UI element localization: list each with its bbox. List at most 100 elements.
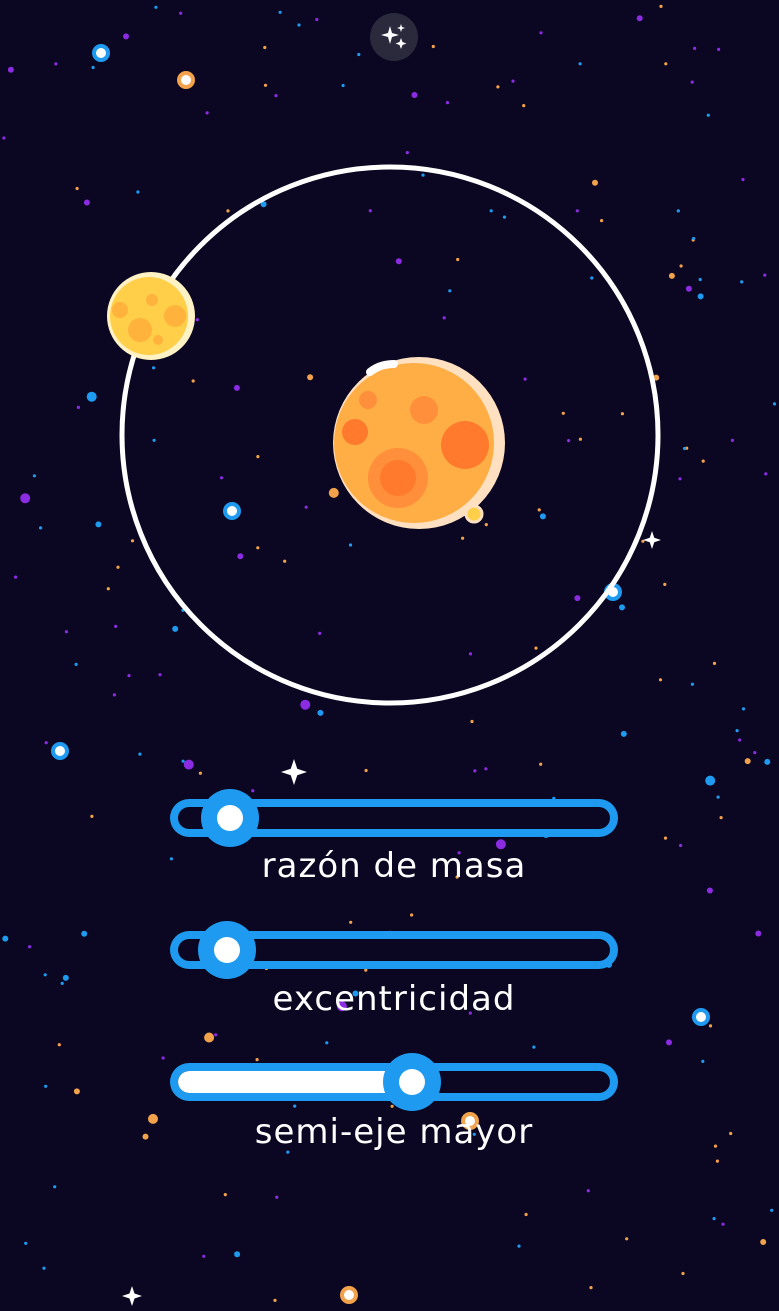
star-dot bbox=[81, 930, 88, 937]
star-dot bbox=[226, 209, 230, 213]
bright-star bbox=[51, 742, 69, 760]
star-dot bbox=[712, 661, 717, 666]
star-dot bbox=[701, 1059, 705, 1063]
star-dot bbox=[127, 674, 131, 678]
semi-major-axis-slider[interactable] bbox=[170, 1053, 618, 1111]
star-dot bbox=[263, 45, 267, 50]
star-dot bbox=[205, 111, 209, 115]
star-dot bbox=[204, 1032, 215, 1043]
star-dot bbox=[183, 759, 194, 770]
slider-thumb[interactable] bbox=[383, 1053, 442, 1111]
star-dot bbox=[152, 438, 156, 442]
star-dot bbox=[755, 930, 762, 937]
star-dot bbox=[620, 412, 625, 416]
star-dot bbox=[496, 85, 500, 89]
star-dot bbox=[697, 293, 704, 300]
star-dot bbox=[740, 280, 744, 284]
star-dot bbox=[763, 273, 767, 277]
mass-ratio-label: razón de masa bbox=[261, 846, 527, 886]
star-dot bbox=[760, 1239, 767, 1245]
star-dot bbox=[148, 1113, 158, 1124]
star-dot bbox=[600, 219, 604, 223]
star-dot bbox=[2, 935, 9, 942]
mass-ratio-slider[interactable] bbox=[170, 789, 618, 847]
star-dot bbox=[690, 682, 695, 686]
star-dot bbox=[539, 762, 543, 766]
star-dot bbox=[20, 493, 31, 504]
star-dot bbox=[116, 565, 120, 569]
star-dot bbox=[263, 83, 268, 87]
star-dot bbox=[158, 673, 162, 677]
star-dot bbox=[2, 136, 6, 140]
star-dot bbox=[328, 487, 339, 498]
star-dot bbox=[95, 521, 102, 528]
star-dot bbox=[14, 575, 18, 579]
star-dot bbox=[712, 1217, 716, 1221]
star-dot bbox=[590, 276, 594, 280]
star-dot bbox=[445, 101, 450, 105]
star-dot bbox=[770, 1208, 774, 1212]
star-dot bbox=[489, 209, 493, 213]
star-dot bbox=[32, 474, 37, 478]
star-dot bbox=[202, 1254, 206, 1258]
star-dot bbox=[764, 758, 771, 765]
slider-thumb[interactable] bbox=[201, 789, 260, 847]
star-dot bbox=[717, 47, 721, 52]
star-dot bbox=[741, 707, 746, 711]
star-dot bbox=[706, 887, 713, 894]
simulation-screen: razón de masa excentricidad semi-eje may… bbox=[0, 0, 779, 1311]
star-dot bbox=[300, 699, 311, 710]
eccentricity-slider[interactable] bbox=[170, 921, 618, 979]
bright-star bbox=[223, 502, 241, 520]
star-dot bbox=[679, 843, 683, 848]
slider-fill bbox=[178, 1071, 413, 1093]
star-dot bbox=[517, 1244, 521, 1248]
star-dot bbox=[713, 1144, 718, 1148]
star-dot bbox=[693, 46, 697, 51]
star-dot bbox=[315, 17, 319, 22]
star-dot bbox=[256, 455, 260, 459]
star-dot bbox=[753, 751, 757, 755]
star-dot bbox=[73, 1088, 80, 1095]
slider-thumb[interactable] bbox=[197, 921, 256, 979]
star-dot bbox=[705, 775, 716, 786]
star-dot bbox=[744, 758, 751, 765]
star-dot bbox=[44, 741, 48, 745]
bright-star bbox=[692, 1008, 710, 1026]
star-dot bbox=[692, 236, 696, 241]
star-dot bbox=[421, 173, 425, 177]
star-dot bbox=[578, 62, 582, 66]
star-dot bbox=[715, 1159, 720, 1163]
star-dot bbox=[318, 631, 322, 636]
star-dot bbox=[44, 1084, 48, 1088]
star-dot bbox=[511, 79, 515, 83]
star-dot bbox=[719, 816, 723, 820]
star-dot bbox=[741, 177, 745, 182]
star-dot bbox=[39, 526, 43, 530]
star-dot bbox=[625, 1237, 629, 1241]
star-dot bbox=[636, 15, 643, 22]
star-dot bbox=[575, 209, 579, 213]
star-dot bbox=[154, 5, 158, 9]
star-dot bbox=[86, 391, 97, 402]
star-dot bbox=[664, 62, 668, 66]
sparkle-star bbox=[122, 1286, 142, 1306]
star-dot bbox=[233, 384, 240, 391]
star-dot bbox=[411, 92, 418, 98]
star-dot bbox=[470, 719, 474, 724]
star-dot bbox=[772, 402, 777, 406]
magic-button[interactable] bbox=[370, 13, 418, 61]
star-dot bbox=[619, 604, 625, 611]
star-dot bbox=[42, 1266, 46, 1270]
sparkles-icon bbox=[381, 24, 407, 49]
eccentricity-label: excentricidad bbox=[272, 979, 516, 1019]
star-dot bbox=[237, 553, 244, 560]
star-dot bbox=[114, 624, 118, 629]
star-dot bbox=[24, 1241, 28, 1245]
star-dot bbox=[685, 285, 692, 292]
star-dot bbox=[729, 1131, 733, 1136]
star-dot bbox=[112, 693, 116, 697]
star-dot bbox=[574, 595, 581, 602]
star-dot bbox=[395, 258, 402, 265]
star-dot bbox=[130, 539, 135, 543]
